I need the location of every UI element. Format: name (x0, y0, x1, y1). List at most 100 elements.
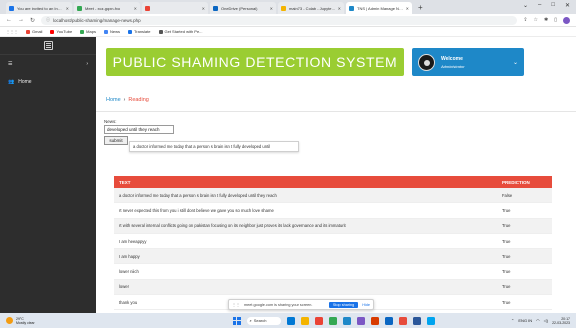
extensions-icon[interactable]: ✱ (544, 17, 548, 23)
back-icon[interactable]: ← (6, 17, 12, 23)
bookmark-item[interactable]: News (103, 29, 120, 34)
tab-close-icon[interactable]: ✕ (202, 6, 205, 11)
tab-favicon-icon (281, 5, 286, 11)
sidebar-item-menu[interactable]: ☰ › (0, 55, 96, 73)
drag-handle-icon[interactable]: ⋮⋮ (232, 302, 240, 307)
new-tab-button[interactable]: + (418, 2, 423, 14)
bookmark-item[interactable]: Get Started with Pe... (158, 29, 203, 34)
cell-prediction: True (502, 299, 511, 305)
apps-grid-icon[interactable]: ⋮⋮⋮ (6, 29, 18, 34)
table-row: rt never expected this from you i still … (114, 203, 552, 219)
browser-tab[interactable]: main73 - Colab - Jupyter Noteb✕ (278, 2, 344, 14)
forward-icon[interactable]: → (18, 17, 24, 23)
tab-close-icon[interactable]: ✕ (270, 6, 273, 11)
reload-icon[interactable]: ↻ (30, 17, 35, 24)
sidebar-item-label: Home (18, 79, 32, 85)
tab-close-icon[interactable]: ✕ (134, 6, 137, 11)
taskbar-app-icon[interactable] (398, 316, 407, 325)
breadcrumb-current: Reading (128, 97, 149, 103)
sidebar-item-home[interactable]: 👥 Home (0, 73, 96, 91)
taskbar-app-icon[interactable] (412, 316, 421, 325)
bookmark-item[interactable]: Maps (80, 29, 96, 34)
toolbar-actions: ⇪ ☆ ✱ ▯ (523, 16, 570, 24)
bookmark-label: Gmail (32, 29, 43, 34)
cell-prediction: False (502, 192, 513, 198)
maximize-icon[interactable]: □ (551, 2, 555, 9)
tab-search-icon[interactable]: ⌄ (523, 2, 528, 9)
weather-icon (6, 317, 13, 324)
taskbar-app-icon[interactable] (426, 316, 435, 325)
user-menu[interactable]: Welcome Administrator ⌄ (412, 48, 524, 76)
taskbar-app-icon[interactable] (300, 316, 309, 325)
chevron-up-icon[interactable]: ⌃ (511, 318, 514, 323)
bookmark-item[interactable]: Gmail (26, 29, 42, 34)
cell-prediction: True (502, 207, 511, 213)
stop-sharing-button[interactable]: Stop sharing (328, 301, 359, 308)
taskbar-app-icon[interactable] (342, 316, 351, 325)
bookmark-star-icon[interactable]: ☆ (534, 17, 538, 23)
share-icon[interactable]: ⇪ (523, 17, 527, 23)
tab-close-icon[interactable]: ✕ (338, 6, 341, 11)
taskbar-app-icon[interactable] (314, 316, 323, 325)
taskbar-search[interactable]: ⌕ Search (246, 316, 281, 325)
taskbar-app-icon[interactable] (356, 316, 365, 325)
bookmark-label: Maps (86, 29, 96, 34)
language-indicator[interactable]: ENG IN (518, 318, 532, 323)
browser-tab[interactable]: ✕ (142, 2, 208, 14)
cell-text: a doctor informed me today that a person… (119, 192, 277, 198)
cell-text: rt never expected this from you i still … (119, 207, 274, 213)
browser-tab[interactable]: You are invited to an Instanc ✕ (6, 2, 72, 14)
volume-icon[interactable]: ◁) (544, 318, 548, 323)
hide-share-bar-link[interactable]: Hide (362, 303, 370, 307)
breadcrumb-home-link[interactable]: Home (106, 97, 121, 103)
clock[interactable]: 20:17 22-03-2023 (552, 317, 570, 325)
bookmark-label: News (109, 29, 120, 34)
table-row: lower True (114, 279, 552, 296)
sidepanel-icon[interactable]: ▯ (554, 17, 557, 23)
tab-favicon-icon (349, 5, 354, 11)
bookmark-favicon-icon (103, 29, 108, 34)
taskbar-app-icon[interactable] (370, 316, 379, 325)
users-icon: 👥 (8, 79, 15, 85)
share-message: meet.google.com is sharing your screen. (244, 302, 313, 307)
weather-widget[interactable]: 29°C Mostly clear (6, 317, 126, 325)
wifi-icon[interactable]: ◠ (536, 318, 540, 323)
taskbar-app-icon[interactable] (286, 316, 295, 325)
browser-tab-strip: You are invited to an Instanc ✕ Meet - xcz… (0, 0, 576, 14)
profile-avatar[interactable] (563, 16, 570, 24)
welcome-title: Welcome (441, 55, 463, 62)
autocomplete-suggestion[interactable]: a doctor informed me today that a person… (129, 141, 299, 152)
browser-tab[interactable]: Meet - xcz-gqxn-fxo ✕ (74, 2, 140, 14)
browser-tab[interactable]: TNS | Admin Manage News ✕ (346, 2, 412, 14)
bookmark-label: YouTube (56, 29, 73, 34)
page-title: PUBLIC SHAMING DETECTION SYSTEM (112, 54, 398, 70)
tab-close-icon[interactable]: ✕ (66, 6, 69, 11)
table-row: I am happy True (114, 249, 552, 265)
bookmark-item[interactable]: YouTube (50, 29, 72, 34)
table-row: I am heeappyy True (114, 234, 552, 250)
divider (96, 111, 576, 112)
url-text: localhost/public-shaming/manage-news.php (53, 17, 141, 23)
search-icon: ⌕ (249, 317, 252, 323)
close-window-icon[interactable]: ✕ (565, 2, 570, 9)
news-label: News: (104, 119, 117, 124)
taskbar-apps: ⌕ Search (156, 316, 511, 325)
column-header-prediction: PREDICTION (502, 179, 530, 185)
taskbar-app-icon[interactable] (328, 316, 337, 325)
cell-text: lower niich (119, 269, 139, 275)
bookmark-favicon-icon (80, 29, 85, 34)
submit-button[interactable]: submit (104, 136, 128, 145)
info-icon[interactable]: ⓘ (46, 17, 50, 23)
minimize-icon[interactable]: – (538, 2, 541, 9)
tab-close-icon[interactable]: ✕ (406, 6, 409, 11)
url-input[interactable]: ⓘ localhost/public-shaming/manage-news.p… (41, 15, 518, 25)
windows-start-icon[interactable] (232, 316, 241, 325)
tab-label: You are invited to an Instanc (17, 5, 64, 11)
bookmark-label: Translate (133, 29, 151, 34)
bookmark-item[interactable]: Translate (127, 29, 151, 34)
tab-favicon-icon (213, 5, 218, 11)
sidebar-toggle-button[interactable] (0, 37, 96, 55)
taskbar-app-icon[interactable] (384, 316, 393, 325)
browser-tab[interactable]: OneDrive (Personal) ✕ (210, 2, 276, 14)
news-input[interactable]: developed until they reach (104, 125, 174, 134)
